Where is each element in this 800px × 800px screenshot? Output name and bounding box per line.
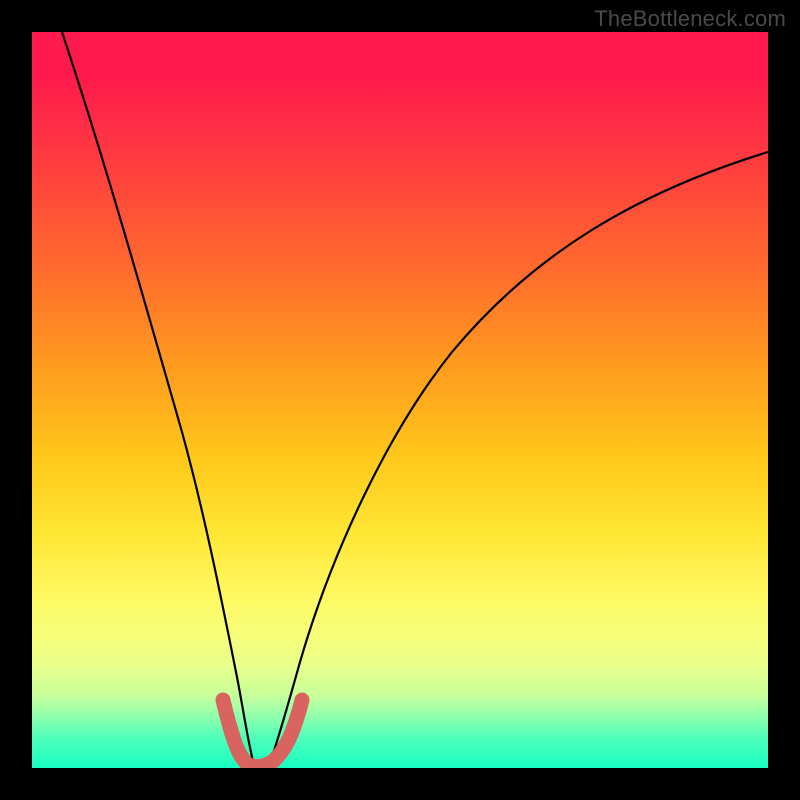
chart-frame: TheBottleneck.com [0, 0, 800, 800]
plot-area [32, 32, 768, 768]
bottleneck-curve [62, 32, 768, 768]
u-marker [223, 700, 302, 767]
curve-layer [32, 32, 768, 768]
watermark-text: TheBottleneck.com [594, 6, 786, 32]
